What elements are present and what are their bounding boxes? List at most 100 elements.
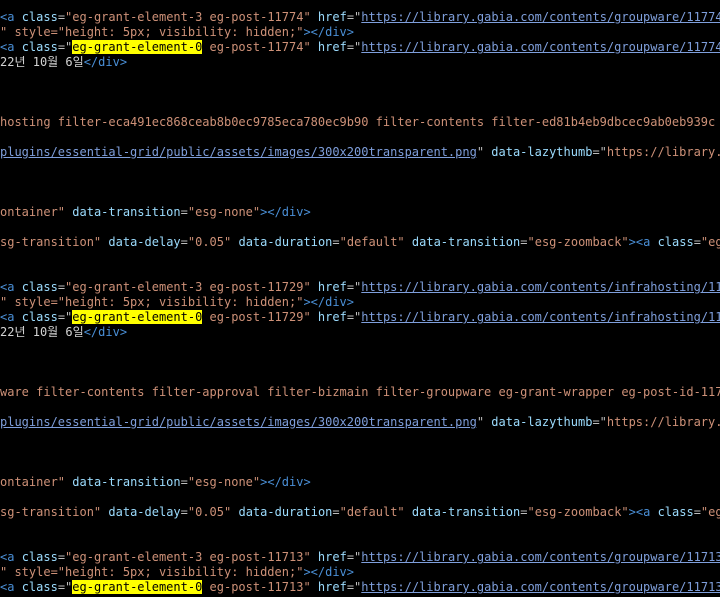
url-link[interactable]: https://library.gabia.com/contents/infra… [361, 280, 720, 294]
punctuation-token: = [520, 235, 528, 249]
source-line[interactable]: plugins/essential-grid/public/assets/ima… [0, 415, 720, 430]
tag-token: <a [0, 280, 22, 294]
punctuation-token: = [693, 235, 701, 249]
attribute-name-token: href [317, 550, 347, 564]
attribute-value-token: "esg-zoomback" [527, 505, 629, 519]
tag-token: <a [0, 580, 22, 594]
source-line[interactable]: ware filter-contents filter-approval fil… [0, 385, 720, 400]
attribute-value-token: " style="height: 5px; visibility: hidden… [0, 25, 304, 39]
punctuation-token: = [693, 505, 701, 519]
tag-token: ><a [628, 235, 658, 249]
attribute-name-token: href [317, 40, 347, 54]
attribute-name-token: data-lazythumb [491, 145, 593, 159]
punctuation-token: = [180, 475, 188, 489]
source-line[interactable]: plugins/essential-grid/public/assets/ima… [0, 145, 720, 160]
source-line[interactable]: <a class="eg-grant-element-0 eg-post-117… [0, 40, 720, 55]
punctuation-token [311, 580, 318, 594]
attribute-value-token: "default" [339, 235, 405, 249]
punctuation-token: =" [346, 310, 362, 324]
url-link[interactable]: plugins/essential-grid/public/assets/ima… [0, 415, 477, 429]
source-line[interactable]: ontainer" data-transition="esg-none"></d… [0, 475, 720, 490]
source-line[interactable]: sg-transition" data-delay="0.05" data-du… [0, 505, 720, 520]
attribute-value-token: "0.05" [187, 505, 232, 519]
punctuation-token [311, 10, 318, 24]
attribute-name-token: data-lazythumb [491, 415, 593, 429]
url-link[interactable]: https://library.gabia.com/contents/group… [361, 10, 720, 24]
source-line[interactable]: " style="height: 5px; visibility: hidden… [0, 295, 720, 310]
url-link[interactable]: https://library.gabia.com/contents/group… [361, 550, 720, 564]
attribute-value-token: https://library.gab [606, 145, 720, 159]
tag-token: <a [0, 310, 22, 324]
punctuation-token: = [180, 235, 188, 249]
attribute-name-token: class [21, 310, 58, 324]
attribute-value-token: "eg-grant-element-3 eg-post-11729" [65, 280, 311, 294]
source-line[interactable]: 22년 10월 6일</div> [0, 325, 720, 340]
punctuation-token: " [476, 145, 492, 159]
tag-token: ></div> [303, 565, 355, 579]
attribute-name-token: data-transition [411, 505, 521, 519]
attribute-name-token: data-transition [72, 475, 181, 489]
source-line[interactable]: <a class="eg-grant-element-3 eg-post-117… [0, 550, 720, 565]
punctuation-token: =" [346, 40, 362, 54]
punctuation-token: =" [592, 145, 607, 159]
search-highlight: eg-grant-element-0 [72, 580, 203, 594]
attribute-name-token: data-transition [411, 235, 521, 249]
source-line[interactable]: " style="height: 5px; visibility: hidden… [0, 25, 720, 40]
attribute-value-token: ontainer" [0, 475, 66, 489]
text-content-token: 22년 10월 6일 [0, 55, 84, 69]
attribute-name-token: class [21, 550, 58, 564]
punctuation-token [405, 235, 412, 249]
attribute-value-token: "eg-grant-element-3 eg-post-11713" [65, 550, 311, 564]
attribute-value-token: " style="height: 5px; visibility: hidden… [0, 295, 304, 309]
source-line[interactable]: sg-transition" data-delay="0.05" data-du… [0, 235, 720, 250]
punctuation-token [311, 40, 318, 54]
source-line[interactable]: ontainer" data-transition="esg-none"></d… [0, 205, 720, 220]
source-line[interactable]: 22년 10월 6일</div> [0, 55, 720, 70]
punctuation-token: = [57, 550, 66, 564]
attribute-value-token: eg-post-11774" [202, 40, 311, 54]
source-line[interactable]: <a class="eg-grant-element-3 eg-post-117… [0, 10, 720, 25]
attribute-value-token: eg-post-11729" [202, 310, 311, 324]
punctuation-token: =" [346, 580, 362, 594]
tag-token: <a [0, 10, 22, 24]
url-link[interactable]: https://library.gabia.com/contents/group… [361, 40, 720, 54]
search-highlight: eg-grant-element-0 [72, 310, 203, 324]
url-link[interactable]: plugins/essential-grid/public/assets/ima… [0, 145, 477, 159]
punctuation-token: = [57, 10, 66, 24]
source-line[interactable]: <a class="eg-grant-element-0 eg-post-117… [0, 580, 720, 595]
source-line[interactable]: <a class="eg-grant-element-0 eg-post-117… [0, 310, 720, 325]
attribute-name-token: href [317, 10, 347, 24]
source-line[interactable]: " style="height: 5px; visibility: hidden… [0, 565, 720, 580]
attribute-name-token: data-duration [238, 505, 333, 519]
attribute-value-token: "esg-zoomback" [527, 235, 629, 249]
attribute-name-token: data-delay [108, 235, 181, 249]
punctuation-token: =" [57, 310, 73, 324]
punctuation-token [311, 310, 318, 324]
attribute-value-token: hosting filter-eca491ec868ceab8b0ec9785e… [0, 115, 720, 129]
url-link[interactable]: https://library.gabia.com/contents/group… [361, 580, 720, 594]
punctuation-token: = [332, 235, 340, 249]
attribute-value-token: "0.05" [187, 235, 232, 249]
tag-token: <a [0, 550, 22, 564]
attribute-value-token: "eg-grant-element-3 eg-post-11774" [65, 10, 311, 24]
attribute-name-token: data-delay [108, 505, 181, 519]
attribute-name-token: class [21, 580, 58, 594]
tag-token: </div> [83, 55, 128, 69]
attribute-value-token: " style="height: 5px; visibility: hidden… [0, 565, 304, 579]
url-link[interactable]: https://library.gabia.com/contents/infra… [361, 310, 720, 324]
punctuation-token [311, 550, 318, 564]
attribute-value-token: sg-transition" [0, 505, 102, 519]
attribute-value-token: "esg-none" [187, 475, 261, 489]
html-source-view[interactable]: <a class="eg-grant-element-3 eg-post-117… [0, 0, 720, 597]
punctuation-token: = [180, 505, 188, 519]
punctuation-token: " [476, 415, 492, 429]
punctuation-token: =" [346, 550, 362, 564]
source-line[interactable]: <a class="eg-grant-element-3 eg-post-117… [0, 280, 720, 295]
tag-token: ></div> [303, 25, 355, 39]
attribute-value-token: ontainer" [0, 205, 66, 219]
source-line[interactable]: hosting filter-eca491ec868ceab8b0ec9785e… [0, 115, 720, 130]
tag-token: ></div> [260, 475, 311, 489]
punctuation-token [311, 280, 318, 294]
attribute-name-token: data-duration [238, 235, 333, 249]
attribute-value-token: "default" [339, 505, 405, 519]
